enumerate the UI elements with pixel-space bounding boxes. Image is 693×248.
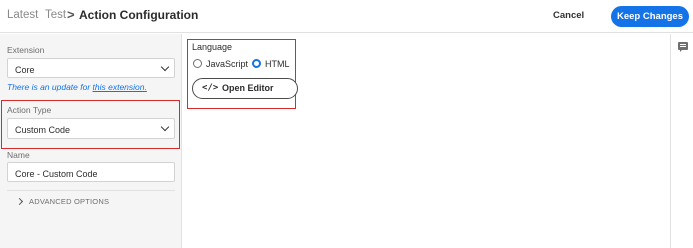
html-radio[interactable] [252,59,261,68]
action-type-select[interactable]: Custom Code [7,118,175,139]
update-text: There is an update for [7,82,93,92]
breadcrumb-separator-icon: > [67,7,75,22]
update-link[interactable]: this extension. [93,82,147,92]
keep-changes-button[interactable]: Keep Changes [611,6,689,27]
code-icon: </> [202,83,219,93]
javascript-label[interactable]: JavaScript [206,59,248,69]
action-type-label: Action Type [7,105,52,115]
language-label: Language [192,42,233,52]
sidebar: Extension Core There is an update for th… [0,34,182,248]
extension-select[interactable]: Core [7,58,175,78]
chevron-right-icon [15,197,24,206]
breadcrumb-latest[interactable]: Latest [7,9,38,21]
name-value: Core - Custom Code [15,169,98,179]
extension-label: Extension [7,45,45,55]
open-editor-label: Open Editor [222,83,274,93]
open-editor-button[interactable]: </> Open Editor [192,78,298,99]
action-type-value: Custom Code [15,125,71,135]
name-label: Name [7,150,30,160]
chevron-down-icon [160,122,170,132]
cancel-button[interactable]: Cancel [553,10,584,21]
breadcrumb-test[interactable]: Test [45,9,66,21]
page-title: Action Configuration [79,8,199,22]
update-notice: There is an update for this extension. [7,82,147,92]
comment-icon[interactable] [678,42,688,52]
name-field[interactable]: Core - Custom Code [7,162,175,182]
advanced-options-toggle[interactable]: ADVANCED OPTIONS [7,190,175,210]
chevron-down-icon [160,62,170,72]
javascript-radio[interactable] [193,59,202,68]
advanced-options-label: ADVANCED OPTIONS [29,197,110,206]
html-label[interactable]: HTML [265,59,290,69]
top-bar: Latest Test > Action Configuration Cance… [0,0,693,33]
right-rail [670,34,693,248]
extension-value: Core [15,65,35,75]
